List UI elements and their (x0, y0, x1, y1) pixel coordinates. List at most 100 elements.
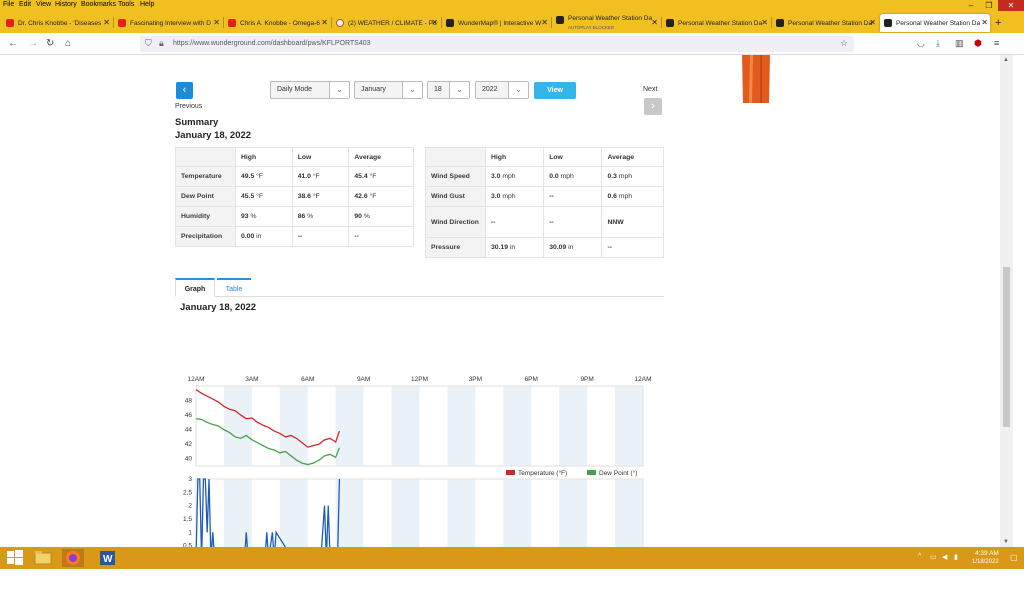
series-line (195, 389, 341, 448)
close-tab-icon[interactable]: ✕ (103, 18, 110, 27)
tab-table[interactable]: Table (217, 278, 251, 297)
clock-time[interactable]: 4:39 AM (975, 550, 999, 557)
extension-icon[interactable]: ⬢ (974, 38, 982, 49)
grid-band (279, 479, 308, 547)
year-select[interactable]: 2022 ⌄ (475, 81, 529, 99)
previous-label[interactable]: Previous (175, 103, 202, 110)
scroll-up-icon[interactable]: ▲ (1003, 57, 1009, 63)
battery-icon[interactable]: ▮ (954, 553, 958, 561)
table-cell: 41.0 °F (291, 166, 350, 187)
shield-icon[interactable]: ⛉ (145, 38, 152, 49)
file-explorer-icon[interactable] (33, 549, 55, 567)
close-window-icon[interactable]: ✕ (998, 0, 1024, 11)
close-tab-icon[interactable]: ✕ (431, 18, 438, 27)
notification-icon[interactable]: ▢ (1010, 553, 1018, 562)
table-cell: -- (543, 206, 603, 238)
volume-icon[interactable]: ◀ (942, 553, 947, 561)
menu-file[interactable]: File (3, 1, 14, 8)
tab-label: Personal Weather Station Da (896, 19, 981, 27)
weather-chart: 12AM 3AM 6AM 9AM 12PM 3PM 6PM 9PM 12AM 40 42 44 46 48… (183, 376, 652, 547)
row-label: Wind Speed (425, 166, 486, 187)
menu-hamburger-icon[interactable]: ≡ (994, 38, 999, 48)
table-cell: 45.5 °F (235, 186, 293, 207)
close-tab-icon[interactable]: ✕ (981, 18, 988, 27)
previous-button[interactable]: ‹ (176, 82, 193, 99)
menu-bar: File Edit View History Bookmarks Tools H… (0, 0, 1024, 11)
windows-start-icon[interactable] (4, 549, 26, 567)
url-text[interactable]: https://www.wunderground.com/dashboard/p… (173, 40, 371, 47)
download-icon[interactable]: ⤓ (936, 38, 940, 49)
word-icon[interactable]: W (97, 549, 119, 567)
home-icon[interactable]: ⌂ (65, 38, 71, 49)
back-icon[interactable]: ← (8, 38, 18, 49)
wunderground-icon (666, 19, 674, 27)
url-bar[interactable]: ⛉ 🔒︎ https://www.wunderground.com/dashbo… (140, 36, 854, 52)
menu-history[interactable]: History (55, 1, 77, 8)
menu-view[interactable]: View (36, 1, 51, 8)
close-tab-icon[interactable]: ✕ (541, 18, 548, 27)
grid-band (223, 479, 252, 547)
table-row: Wind Gust 3.0 mph -- 0.6 mph (425, 186, 664, 207)
y-tick-label: 2 (188, 503, 192, 510)
svg-text:W: W (103, 554, 113, 565)
new-tab-button[interactable]: + (993, 14, 1007, 32)
close-tab-icon[interactable]: ✕ (761, 18, 768, 27)
tab-2[interactable]: Fascinating Interview with D ✕ (114, 14, 222, 32)
tab-1[interactable]: Dr. Chris Knobbe - 'Diseases ✕ (2, 14, 112, 32)
tab-7[interactable]: Personal Weather Station Da ✕ (662, 14, 770, 32)
table-cell: 49.5 °F (235, 166, 293, 187)
clock-date[interactable]: 1/18/2022 (972, 559, 999, 565)
tab-4[interactable]: (2) WEATHER / CLIMATE - Po ✕ (332, 14, 440, 32)
lock-icon[interactable]: 🔒︎ (159, 38, 164, 49)
sidebar-icon[interactable]: ▥ (955, 38, 964, 49)
close-tab-icon[interactable]: ✕ (321, 18, 328, 27)
maximize-icon[interactable]: ❐ (980, 0, 998, 11)
next-button[interactable]: › (644, 98, 662, 115)
chevron-down-icon: ⌄ (402, 82, 422, 98)
tab-label: WunderMap® | Interactive W (458, 19, 542, 27)
tab-9-active[interactable]: Personal Weather Station Da ✕ (880, 14, 990, 32)
network-icon[interactable]: ▭ (930, 553, 937, 561)
legend-label: Dew Point (°) (599, 469, 637, 477)
tab-3[interactable]: Chris A. Knobbe - Omega-6 ✕ (224, 14, 330, 32)
scroll-thumb[interactable] (1003, 267, 1010, 427)
chevron-down-icon: ⌄ (508, 82, 528, 98)
view-button[interactable]: View (534, 82, 576, 99)
tab-6[interactable]: Personal Weather Station Da AUTOPLAY BLOC… (552, 14, 660, 32)
forward-icon[interactable]: → (28, 38, 38, 49)
grid-band (391, 386, 420, 466)
close-tab-icon[interactable]: ✕ (213, 18, 220, 27)
firefox-icon[interactable] (62, 549, 84, 567)
minimize-icon[interactable]: – (962, 0, 980, 11)
bookmark-star-icon[interactable]: ☆ (840, 38, 848, 49)
table-row: Temperature 49.5 °F 41.0 °F 45.4 °F (175, 166, 414, 187)
grid-band (615, 479, 643, 547)
mode-select[interactable]: Daily Mode ⌄ (270, 81, 350, 99)
menu-edit[interactable]: Edit (19, 1, 31, 8)
day-select[interactable]: 18 ⌄ (427, 81, 470, 99)
month-select[interactable]: January ⌄ (354, 81, 423, 99)
youtube-icon (118, 19, 126, 27)
x-tick-label: 12AM (635, 376, 652, 383)
next-label[interactable]: Next (643, 86, 657, 93)
menu-bookmarks[interactable]: Bookmarks (81, 1, 116, 8)
tab-graph[interactable]: Graph (175, 278, 215, 297)
close-tab-icon[interactable]: ✕ (869, 18, 876, 27)
wunderground-icon (446, 19, 454, 27)
pocket-icon[interactable]: ◡ (917, 38, 925, 49)
menu-help[interactable]: Help (140, 1, 154, 8)
table-cell: -- (291, 226, 350, 247)
table-cell: NNW (601, 206, 664, 238)
tray-chevron-icon[interactable]: ^ (918, 553, 921, 560)
reload-icon[interactable]: ↻ (46, 38, 54, 49)
table-row: Wind Speed 3.0 mph 0.0 mph 0.3 mph (425, 166, 664, 187)
scrollbar[interactable]: ▲ ▼ (1000, 55, 1013, 547)
tab-5[interactable]: WunderMap® | Interactive W ✕ (442, 14, 550, 32)
scroll-down-icon[interactable]: ▼ (1003, 539, 1009, 545)
close-tab-icon[interactable]: ✕ (651, 18, 658, 27)
menu-tools[interactable]: Tools (118, 1, 134, 8)
x-tick-label: 6PM (525, 376, 538, 383)
grid-band (503, 479, 532, 547)
tab-8[interactable]: Personal Weather Station Da ✕ (772, 14, 878, 32)
wunderground-icon (556, 16, 564, 24)
